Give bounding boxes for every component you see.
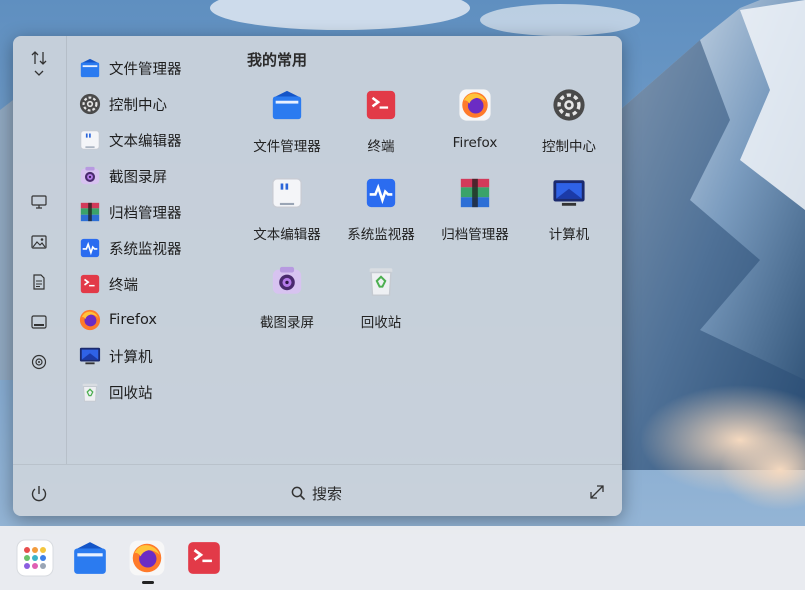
sort-icon[interactable] — [26, 51, 52, 78]
app-list-item-text-editor[interactable]: " 文本编辑器 — [79, 122, 239, 158]
favorite-archive-manager[interactable]: 归档管理器 — [435, 174, 515, 254]
app-label: 截图录屏 — [109, 169, 167, 186]
app-list-item-firefox[interactable]: Firefox — [79, 302, 239, 338]
favorite-label: 系统监视器 — [347, 227, 415, 243]
control-center-icon — [553, 89, 585, 121]
document-icon[interactable] — [26, 269, 52, 295]
app-list-item-computer[interactable]: 计算机 — [79, 338, 239, 374]
app-label: 系统监视器 — [109, 241, 182, 258]
archive-manager-icon — [80, 202, 100, 222]
app-list: 文件管理器 控制中心 " 文本编辑器 截图录屏 归档管理器 系统监视器 终端 F — [79, 50, 239, 410]
app-list-item-file-manager[interactable]: 文件管理器 — [79, 50, 239, 86]
favorite-firefox[interactable]: Firefox — [435, 86, 515, 166]
app-label: 终端 — [109, 277, 138, 294]
app-label: 文件管理器 — [109, 61, 182, 78]
terminal-icon[interactable] — [185, 539, 223, 577]
svg-text:": " — [85, 132, 93, 149]
firefox-icon — [459, 89, 491, 121]
power-icon[interactable] — [29, 484, 49, 504]
favorite-computer[interactable]: 计算机 — [529, 174, 609, 254]
file-manager-icon — [272, 90, 302, 120]
firefox-icon[interactable] — [128, 539, 166, 577]
menu-bottom-bar: 搜索 — [13, 464, 622, 516]
terminal-icon — [80, 274, 100, 294]
favorite-file-manager[interactable]: 文件管理器 — [247, 86, 327, 166]
active-app-indicator — [142, 581, 154, 584]
favorite-system-monitor[interactable]: 系统监视器 — [341, 174, 421, 254]
trash-icon — [82, 383, 98, 402]
search-box[interactable]: 搜索 — [291, 483, 342, 504]
favorites-title: 我的常用 — [247, 51, 308, 69]
favorite-label: 终端 — [367, 139, 395, 155]
archive-manager-icon — [460, 178, 490, 208]
start-menu: 文件管理器 控制中心 " 文本编辑器 截图录屏 归档管理器 系统监视器 终端 F — [13, 36, 622, 516]
favorite-screenshot[interactable]: 截图录屏 — [247, 262, 327, 342]
app-label: 归档管理器 — [109, 205, 182, 222]
terminal-icon — [366, 90, 396, 120]
file-manager-icon[interactable] — [71, 539, 109, 577]
category-rail — [13, 36, 67, 464]
computer-icon — [553, 180, 585, 206]
search-label: 搜索 — [312, 485, 343, 503]
desktop-icon[interactable] — [26, 189, 52, 215]
control-center-icon — [79, 93, 101, 115]
music-icon[interactable] — [26, 349, 52, 375]
favorite-label: 文件管理器 — [253, 139, 321, 155]
launcher-icon[interactable] — [16, 539, 54, 577]
system-monitor-icon — [366, 178, 396, 208]
app-label: 计算机 — [109, 349, 153, 366]
favorite-trash[interactable]: 回收站 — [341, 262, 421, 342]
favorite-control-center[interactable]: 控制中心 — [529, 86, 609, 166]
favorite-label: 文本编辑器 — [253, 227, 321, 243]
text-editor-icon: " — [80, 130, 100, 150]
fullscreen-expand-icon[interactable] — [589, 484, 605, 500]
app-label: Firefox — [109, 312, 157, 328]
app-list-item-archive-manager[interactable]: 归档管理器 — [79, 194, 239, 230]
text-editor-icon: " — [272, 178, 302, 208]
favorite-label: 截图录屏 — [260, 315, 314, 331]
app-label: 文本编辑器 — [109, 133, 182, 150]
favorite-label: 回收站 — [360, 315, 402, 331]
file-manager-icon — [80, 58, 100, 78]
app-list-item-terminal[interactable]: 终端 — [79, 266, 239, 302]
trash-icon — [369, 268, 393, 296]
favorite-label: 控制中心 — [542, 139, 596, 155]
app-list-item-system-monitor[interactable]: 系统监视器 — [79, 230, 239, 266]
svg-text:": " — [279, 180, 291, 206]
video-icon[interactable] — [26, 309, 52, 335]
search-icon — [291, 486, 306, 501]
screenshot-icon — [272, 266, 302, 294]
taskbar — [0, 526, 805, 590]
screenshot-icon — [80, 166, 100, 185]
app-label: 控制中心 — [109, 97, 167, 114]
app-label: 回收站 — [109, 385, 153, 402]
image-icon[interactable] — [26, 229, 52, 255]
favorite-label: Firefox — [452, 135, 498, 151]
favorite-label: 归档管理器 — [441, 227, 509, 243]
app-list-item-trash[interactable]: 回收站 — [79, 374, 239, 410]
favorite-text-editor[interactable]: " 文本编辑器 — [247, 174, 327, 254]
app-list-item-control-center[interactable]: 控制中心 — [79, 86, 239, 122]
computer-icon — [79, 347, 101, 365]
favorite-label: 计算机 — [548, 227, 590, 243]
system-monitor-icon — [80, 238, 100, 258]
favorite-terminal[interactable]: 终端 — [341, 86, 421, 166]
firefox-icon — [79, 309, 101, 331]
app-list-item-screenshot[interactable]: 截图录屏 — [79, 158, 239, 194]
